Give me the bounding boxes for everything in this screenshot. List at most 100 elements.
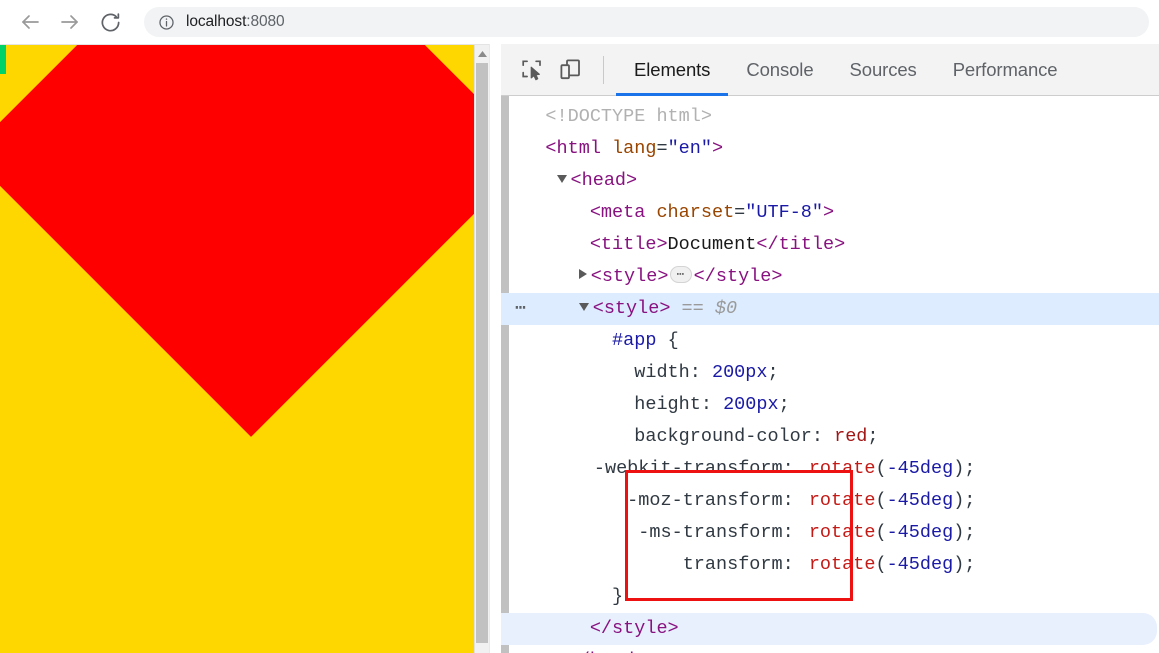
tab-elements[interactable]: Elements [616, 44, 729, 96]
dom-line-head[interactable]: <head> [501, 165, 1159, 197]
scrollbar-thumb[interactable] [476, 63, 488, 643]
browser-window: localhost:8080 Elements Console Sources … [0, 0, 1159, 653]
forward-button[interactable] [50, 2, 90, 42]
html-lang-attr: lang [612, 138, 657, 159]
devtools-tabbar: Elements Console Sources Performance [501, 44, 1159, 96]
forward-arrow-icon [61, 15, 78, 29]
style-collapse-twisty-icon[interactable] [578, 269, 587, 279]
style-expand-twisty-icon[interactable] [578, 303, 589, 311]
node-more-options-icon[interactable]: ⋯ [515, 293, 528, 325]
tab-elements-label: Elements [634, 58, 711, 80]
css-arg-moz-transform: -45deg [886, 490, 954, 511]
css-line-brace-close[interactable]: } [501, 581, 1159, 613]
css-value-background-color: red [834, 426, 868, 447]
selected-node-reference: == $0 [681, 298, 738, 319]
browser-toolbar: localhost:8080 [0, 0, 1159, 44]
css-property-transform: transform [682, 554, 783, 575]
meta-tag-close-bracket: > [823, 202, 835, 223]
device-toolbar-button[interactable] [551, 51, 589, 89]
collapsed-content-ellipsis[interactable]: ⋯ [670, 266, 692, 283]
tab-console[interactable]: Console [728, 44, 831, 96]
css-brace-close: } [612, 586, 624, 607]
reload-button[interactable] [90, 2, 130, 42]
back-button[interactable] [10, 2, 50, 42]
meta-charset-value: "UTF-8" [745, 202, 823, 223]
css-property-background-color: background-color [634, 426, 812, 447]
css-line-moz-transform[interactable]: -moz-transform: rotate(-45deg); [501, 485, 1159, 517]
css-value-height: 200px [723, 394, 779, 415]
reload-icon [101, 12, 120, 31]
back-arrow-icon [22, 15, 39, 29]
scroll-up-arrow-icon[interactable] [475, 45, 489, 62]
address-bar-text: localhost:8080 [186, 13, 285, 31]
dom-line-head-close[interactable]: </head> [501, 645, 1159, 653]
css-property-ms-transform: -ms-transform [638, 522, 783, 543]
page-viewport[interactable] [0, 44, 489, 653]
head-expand-twisty-icon[interactable] [556, 175, 567, 183]
title-text: Document [667, 234, 757, 255]
style-selected-open-tag: <style> [592, 298, 671, 319]
devtools-panel: Elements Console Sources Performance <!D… [501, 44, 1159, 653]
url-port: :8080 [246, 13, 285, 30]
css-line-width[interactable]: width: 200px; [501, 357, 1159, 389]
dom-line-title[interactable]: <title>Document</title> [501, 229, 1159, 261]
title-close-tag: </title> [756, 234, 846, 255]
css-property-moz-transform: -moz-transform [627, 490, 783, 511]
css-fn-webkit-transform: rotate [808, 458, 876, 479]
css-line-height[interactable]: height: 200px; [501, 389, 1159, 421]
css-line-webkit-transform[interactable]: -webkit-transform: rotate(-45deg); [501, 453, 1159, 485]
css-arg-webkit-transform: -45deg [886, 458, 954, 479]
css-property-width: width [634, 362, 690, 383]
css-property-height: height [634, 394, 701, 415]
tab-performance-label: Performance [952, 58, 1058, 80]
dom-line-style-close[interactable]: </style> [501, 613, 1157, 645]
css-arg-transform: -45deg [886, 554, 954, 575]
css-arg-ms-transform: -45deg [886, 522, 954, 543]
html-open-tag: <html [545, 138, 601, 159]
doctype-text: <!DOCTYPE html> [545, 106, 712, 127]
site-info-icon[interactable] [158, 14, 175, 31]
css-property-webkit-transform: -webkit-transform [593, 458, 783, 479]
head-tag: <head> [570, 170, 638, 191]
css-fn-ms-transform: rotate [808, 522, 876, 543]
css-line-ms-transform[interactable]: -ms-transform: rotate(-45deg); [501, 517, 1159, 549]
page-vertical-scrollbar[interactable] [474, 45, 489, 653]
meta-charset-attr: charset [656, 202, 735, 223]
css-line-background-color[interactable]: background-color: red; [501, 421, 1159, 453]
page-canvas [0, 45, 489, 653]
dom-line-doctype[interactable]: <!DOCTYPE html> [501, 101, 1159, 133]
tab-console-label: Console [746, 58, 814, 80]
dom-line-html[interactable]: <html lang="en"> [501, 133, 1159, 165]
dom-line-meta[interactable]: <meta charset="UTF-8"> [501, 197, 1159, 229]
devtools-tab-list: Elements Console Sources Performance [616, 44, 1076, 96]
css-fn-moz-transform: rotate [808, 490, 876, 511]
css-value-width: 200px [711, 362, 768, 383]
html-tag-close-bracket: > [712, 138, 724, 159]
inspect-cursor-icon [522, 59, 541, 80]
style-close-tag: </style> [589, 618, 679, 639]
css-line-transform[interactable]: transform: rotate(-45deg); [501, 549, 1159, 581]
style-css-content: #app { width: 200px; height: 200px; back… [501, 325, 1159, 613]
css-line-selector[interactable]: #app { [501, 325, 1159, 357]
address-bar[interactable]: localhost:8080 [144, 7, 1149, 37]
url-host: localhost [186, 13, 247, 30]
css-fn-transform: rotate [808, 554, 876, 575]
rotated-red-square[interactable] [0, 45, 489, 437]
devtools-splitter[interactable] [489, 44, 501, 653]
dom-tree[interactable]: <!DOCTYPE html> <html lang="en"> <head> … [501, 96, 1159, 653]
tab-sources-label: Sources [849, 58, 917, 80]
html-lang-value: "en" [667, 138, 712, 159]
tab-sources[interactable]: Sources [832, 44, 935, 96]
tab-performance[interactable]: Performance [935, 44, 1076, 96]
meta-open-tag: <meta [589, 202, 646, 223]
title-open-tag: <title> [589, 234, 668, 255]
device-toolbar-icon [560, 59, 580, 79]
style-collapsed-open-tag: <style> [590, 266, 669, 287]
toolbar-divider [603, 55, 604, 84]
dom-line-style-collapsed[interactable]: <style> ⋯ </style> [501, 261, 1159, 293]
css-brace-open: { [667, 330, 679, 351]
inspect-element-button[interactable] [513, 51, 551, 89]
style-collapsed-close-tag: </style> [693, 266, 783, 287]
dom-line-style-selected[interactable]: ⋯ <style> == $0 [501, 293, 1159, 325]
green-accent-strip [0, 45, 6, 74]
